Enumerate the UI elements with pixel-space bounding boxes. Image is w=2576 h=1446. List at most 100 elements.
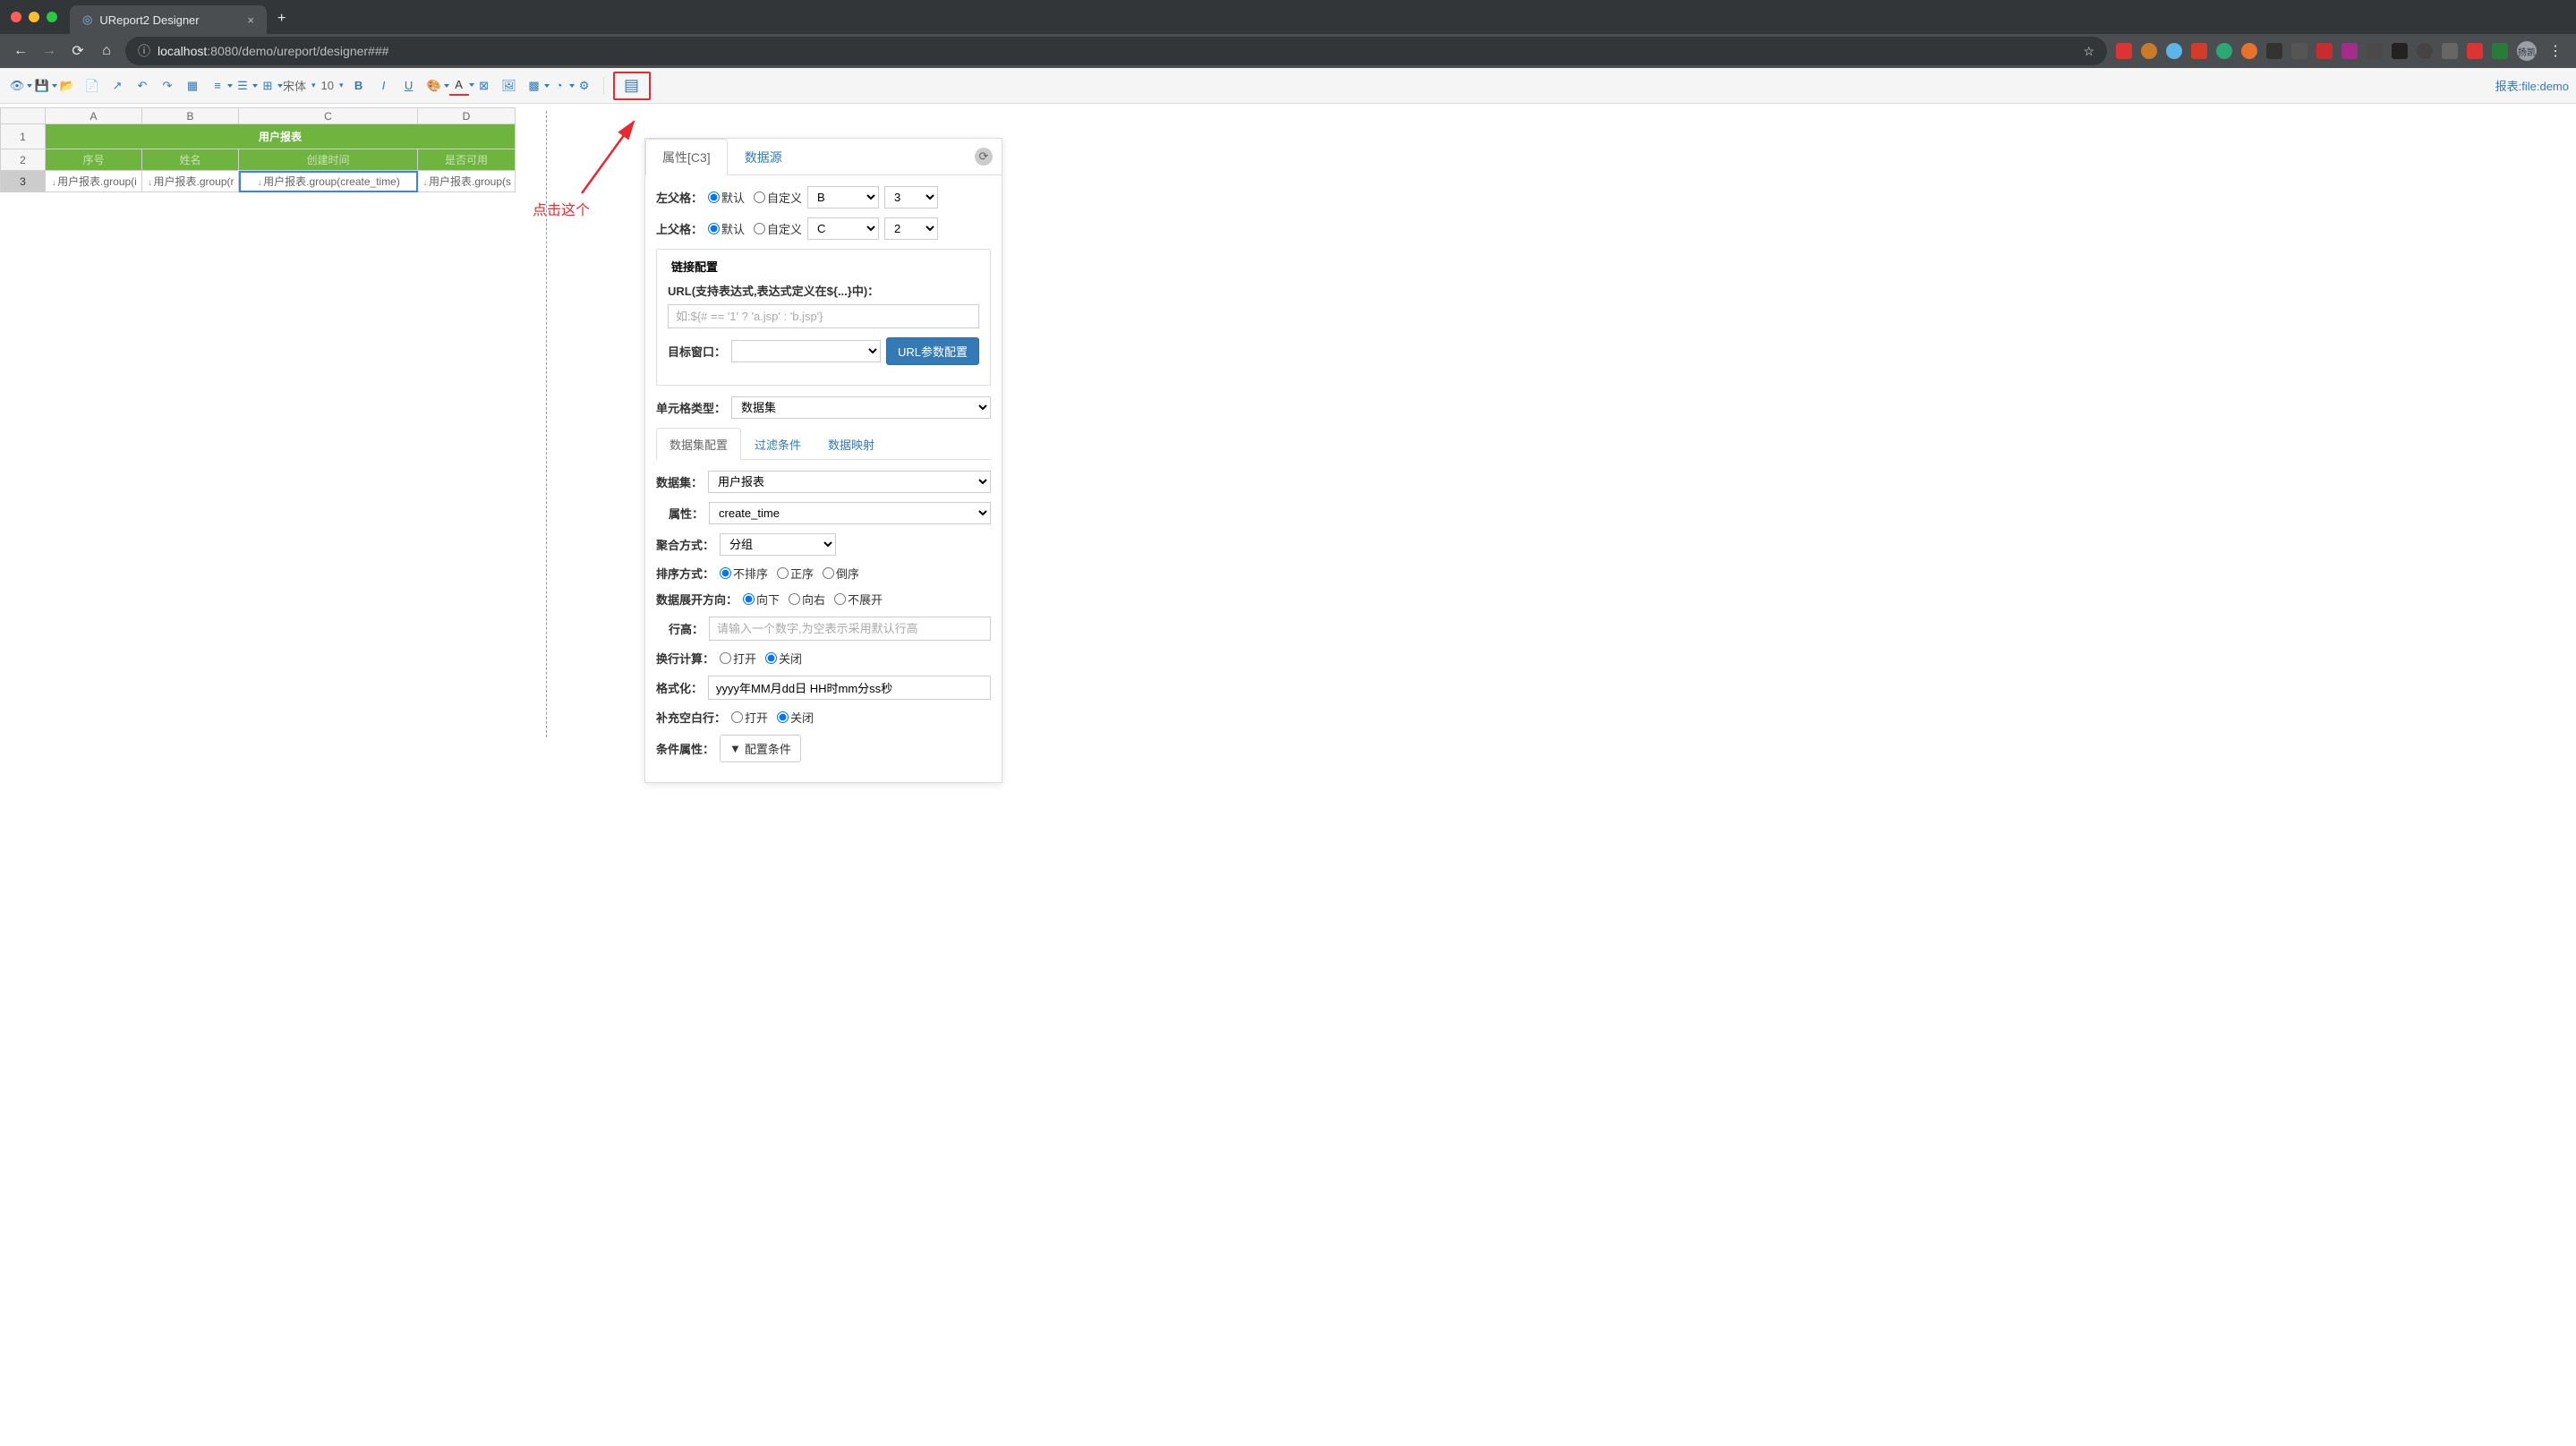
window-close[interactable] (11, 12, 21, 22)
sort-none-radio[interactable]: 不排序 (720, 565, 768, 582)
sub-tab-mapping[interactable]: 数据映射 (815, 428, 888, 460)
grid-header-C2[interactable]: 创建时间 (239, 149, 418, 171)
report-grid[interactable]: A B C D 1 用户报表 2 序号 姓名 创建时间 是否可用 3 ↓用户报表… (0, 107, 516, 192)
col-header-D[interactable]: D (418, 108, 516, 124)
ext-icon[interactable] (2241, 43, 2257, 59)
target-window-select[interactable] (731, 340, 881, 362)
expand-down-radio[interactable]: 向下 (743, 591, 780, 608)
grid-header-A2[interactable]: 序号 (46, 149, 142, 171)
grid-header-D2[interactable]: 是否可用 (418, 149, 516, 171)
top-parent-custom-radio[interactable]: 自定义 (754, 220, 802, 237)
left-parent-default-radio[interactable]: 默认 (708, 189, 745, 206)
nav-forward-icon[interactable]: → (39, 43, 59, 59)
ext-icon[interactable] (2417, 43, 2433, 59)
tab-datasource[interactable]: 数据源 (728, 139, 799, 175)
url-input[interactable] (668, 304, 979, 328)
fill-blank-open-radio[interactable]: 打开 (731, 709, 768, 726)
report-title-cell[interactable]: 用户报表 (46, 124, 516, 149)
merge-icon[interactable]: ▦ (183, 76, 202, 96)
ext-icon[interactable] (2316, 43, 2333, 59)
window-maximize[interactable] (47, 12, 57, 22)
nav-reload-icon[interactable]: ⟳ (68, 42, 88, 60)
browser-tab[interactable]: ◎ UReport2 Designer × (70, 5, 267, 34)
sub-tab-filter[interactable]: 过滤条件 (741, 428, 815, 460)
bold-icon[interactable]: B (349, 76, 369, 96)
query-form-icon[interactable]: ▤ (622, 76, 642, 96)
tab-properties[interactable]: 属性[C3] (645, 139, 728, 175)
panel-refresh-icon[interactable]: ⟳ (975, 148, 993, 166)
cell-type-select[interactable]: 数据集 (731, 396, 991, 419)
sub-tab-dataset[interactable]: 数据集配置 (656, 428, 741, 460)
col-header-C[interactable]: C (239, 108, 418, 124)
underline-icon[interactable]: U (399, 76, 419, 96)
border-icon[interactable]: ⊞ (258, 76, 277, 96)
grid-cell-C3[interactable]: ↓用户报表.group(create_time) (239, 171, 418, 192)
open-icon[interactable]: 📂 (57, 76, 77, 96)
ext-puzzle-icon[interactable] (2492, 43, 2508, 59)
new-tab-button[interactable]: + (267, 4, 296, 34)
ext-icon[interactable] (2291, 43, 2307, 59)
grid-cell-B3[interactable]: ↓用户报表.group(r (142, 171, 239, 192)
fill-blank-close-radio[interactable]: 关闭 (777, 709, 814, 726)
bookmark-icon[interactable]: ☆ (2083, 44, 2094, 59)
top-parent-col-select[interactable]: C (807, 217, 879, 240)
ext-icon[interactable] (2116, 43, 2132, 59)
property-select[interactable]: create_time (709, 502, 991, 524)
ext-icon[interactable] (2266, 43, 2282, 59)
grid-cell-D3[interactable]: ↓用户报表.group(s (418, 171, 516, 192)
image-icon[interactable]: 🖼 (499, 76, 519, 96)
condition-config-button[interactable]: ▼配置条件 (720, 735, 801, 762)
italic-icon[interactable]: I (374, 76, 394, 96)
qrcode-icon[interactable]: ▩ (525, 76, 544, 96)
col-header-B[interactable]: B (142, 108, 239, 124)
preview-icon[interactable]: 👁 (7, 76, 27, 96)
bgcolor-icon[interactable]: 🎨 (424, 76, 444, 96)
export-icon[interactable]: ↗ (107, 76, 127, 96)
fontcolor-icon[interactable]: A (449, 76, 469, 96)
font-size-select[interactable]: 10 (321, 79, 334, 92)
sort-desc-radio[interactable]: 倒序 (823, 565, 859, 582)
font-family-select[interactable]: 宋体 (283, 77, 306, 94)
url-params-button[interactable]: URL参数配置 (886, 337, 979, 365)
sort-asc-radio[interactable]: 正序 (777, 565, 814, 582)
chart-icon[interactable]: ◔ (550, 76, 569, 96)
grid-cell-A3[interactable]: ↓用户报表.group(i (46, 171, 142, 192)
col-header-A[interactable]: A (46, 108, 142, 124)
valign-icon[interactable]: ☰ (233, 76, 252, 96)
left-parent-row-select[interactable]: 3 (884, 186, 938, 208)
row-header-3[interactable]: 3 (1, 171, 46, 192)
row-header-2[interactable]: 2 (1, 149, 46, 171)
settings-icon[interactable]: ⚙ (575, 76, 594, 96)
dataset-select[interactable]: 用户报表 (708, 471, 991, 493)
clear-icon[interactable]: ⊠ (474, 76, 494, 96)
undo-icon[interactable]: ↶ (132, 76, 152, 96)
ext-icon[interactable] (2191, 43, 2207, 59)
top-parent-default-radio[interactable]: 默认 (708, 220, 745, 237)
line-calc-open-radio[interactable]: 打开 (720, 650, 756, 667)
site-info-icon[interactable]: ⓘ (138, 42, 150, 60)
ext-icon[interactable] (2392, 43, 2408, 59)
left-parent-custom-radio[interactable]: 自定义 (754, 189, 802, 206)
grid-corner[interactable] (1, 108, 46, 124)
window-minimize[interactable] (29, 12, 39, 22)
line-calc-close-radio[interactable]: 关闭 (765, 650, 802, 667)
ext-icon[interactable] (2341, 43, 2358, 59)
top-parent-row-select[interactable]: 2 (884, 217, 938, 240)
aggregate-select[interactable]: 分组 (720, 533, 836, 556)
row-header-1[interactable]: 1 (1, 124, 46, 149)
ext-icon[interactable] (2442, 43, 2458, 59)
expand-none-radio[interactable]: 不展开 (834, 591, 883, 608)
ext-icon[interactable] (2467, 43, 2483, 59)
row-height-input[interactable] (709, 617, 991, 641)
format-input[interactable] (708, 676, 991, 700)
import-icon[interactable]: 📄 (82, 76, 102, 96)
ext-icon[interactable] (2367, 43, 2383, 59)
browser-menu-icon[interactable]: ⋮ (2546, 42, 2565, 60)
ext-icon[interactable] (2141, 43, 2157, 59)
grid-header-B2[interactable]: 姓名 (142, 149, 239, 171)
save-icon[interactable]: 💾 (32, 76, 52, 96)
nav-home-icon[interactable]: ⌂ (97, 43, 116, 59)
expand-right-radio[interactable]: 向右 (789, 591, 825, 608)
tab-close-icon[interactable]: × (247, 13, 254, 27)
user-avatar[interactable]: 扬凯 (2517, 41, 2537, 61)
